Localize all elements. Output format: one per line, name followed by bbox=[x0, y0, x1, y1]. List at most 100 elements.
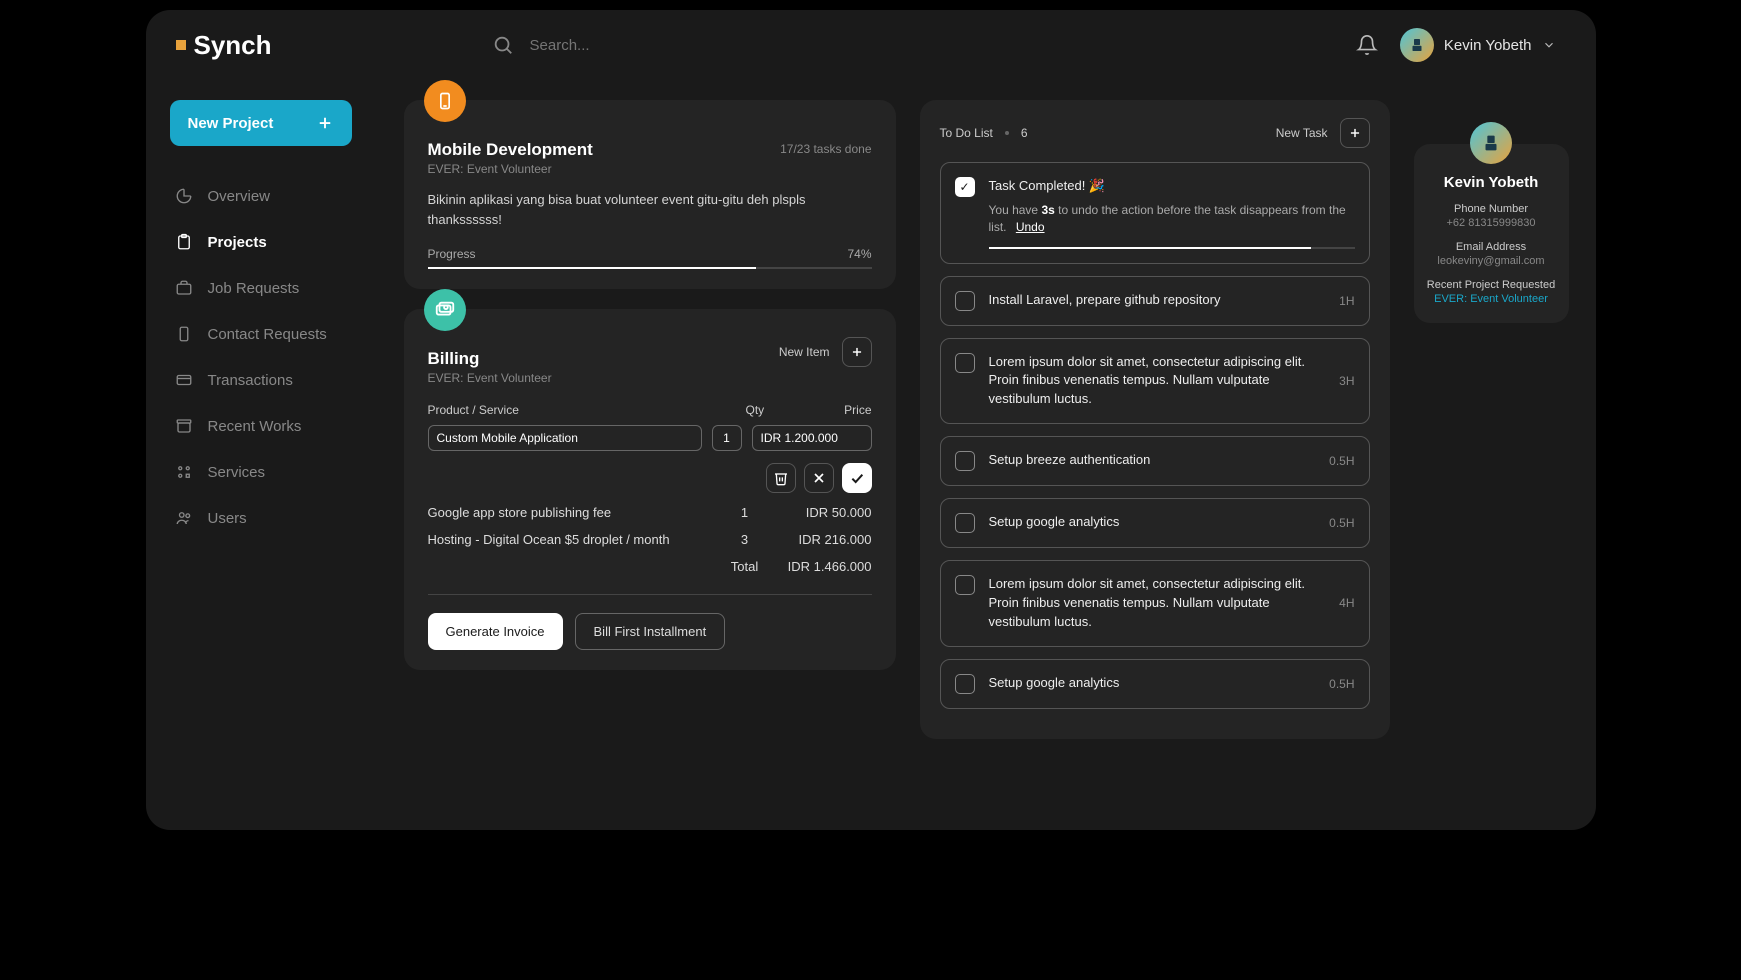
task-duration: 0.5H bbox=[1329, 677, 1354, 691]
recent-project-link[interactable]: EVER: Event Volunteer bbox=[1426, 293, 1557, 305]
brand-name: Synch bbox=[194, 30, 272, 61]
task-text: Setup google analytics bbox=[989, 513, 1316, 533]
sidebar-item-label: Transactions bbox=[208, 372, 293, 389]
task-checkbox[interactable] bbox=[955, 291, 975, 311]
generate-invoice-button[interactable]: Generate Invoice bbox=[428, 613, 563, 650]
billing-card: Billing EVER: Event Volunteer New Item P… bbox=[404, 309, 896, 670]
profile-name: Kevin Yobeth bbox=[1426, 174, 1557, 191]
chevron-down-icon bbox=[1542, 38, 1556, 52]
dot-icon bbox=[1005, 131, 1009, 135]
task-duration: 1H bbox=[1339, 294, 1354, 308]
project-card: Mobile Development EVER: Event Volunteer… bbox=[404, 100, 896, 289]
phone-icon bbox=[175, 325, 193, 343]
progress-label: Progress bbox=[428, 247, 476, 261]
billing-title: Billing bbox=[428, 349, 552, 369]
task-text: Setup google analytics bbox=[989, 674, 1316, 694]
sidebar-item-job-requests[interactable]: Job Requests bbox=[170, 268, 352, 308]
plus-icon bbox=[316, 114, 334, 132]
sidebar-item-overview[interactable]: Overview bbox=[170, 176, 352, 216]
undo-progress-bar bbox=[989, 247, 1355, 249]
card-icon bbox=[175, 371, 193, 389]
search-field[interactable] bbox=[492, 34, 1136, 56]
task-text: Install Laravel, prepare github reposito… bbox=[989, 291, 1326, 311]
sidebar-item-projects[interactable]: Projects bbox=[170, 222, 352, 262]
product-input[interactable] bbox=[428, 425, 702, 451]
project-title: Mobile Development bbox=[428, 140, 593, 160]
new-task-button[interactable] bbox=[1340, 118, 1370, 148]
user-menu[interactable]: Kevin Yobeth bbox=[1400, 28, 1556, 62]
progress-bar bbox=[428, 267, 872, 269]
sidebar-item-users[interactable]: Users bbox=[170, 498, 352, 538]
billing-subtitle: EVER: Event Volunteer bbox=[428, 371, 552, 385]
task-item[interactable]: Lorem ipsum dolor sit amet, consectetur … bbox=[940, 338, 1370, 425]
qty-input[interactable] bbox=[712, 425, 742, 451]
task-checkbox[interactable]: ✓ bbox=[955, 177, 975, 197]
new-item-label: New Item bbox=[779, 345, 830, 359]
project-description: Bikinin aplikasi yang bisa buat voluntee… bbox=[428, 190, 872, 229]
task-item[interactable]: Lorem ipsum dolor sit amet, consectetur … bbox=[940, 560, 1370, 647]
sidebar-item-transactions[interactable]: Transactions bbox=[170, 360, 352, 400]
confirm-item-button[interactable] bbox=[842, 463, 872, 493]
task-checkbox[interactable] bbox=[955, 674, 975, 694]
delete-item-button[interactable] bbox=[766, 463, 796, 493]
brand-logo: Synch bbox=[176, 30, 272, 61]
sidebar-item-services[interactable]: Services bbox=[170, 452, 352, 492]
plus-icon bbox=[850, 345, 864, 359]
task-completed-banner: ✓ Task Completed! 🎉 You have 3s to undo … bbox=[940, 162, 1370, 264]
task-item[interactable]: Setup google analytics0.5H bbox=[940, 498, 1370, 548]
undo-button[interactable]: Undo bbox=[1016, 220, 1045, 234]
project-subtitle: EVER: Event Volunteer bbox=[428, 162, 593, 176]
users-icon bbox=[175, 509, 193, 527]
total-value: IDR 1.466.000 bbox=[762, 559, 872, 574]
new-project-button[interactable]: New Project bbox=[170, 100, 352, 146]
task-checkbox[interactable] bbox=[955, 451, 975, 471]
col-product: Product / Service bbox=[428, 403, 519, 417]
task-text: Lorem ipsum dolor sit amet, consectetur … bbox=[989, 575, 1326, 632]
recent-project-label: Recent Project Requested bbox=[1426, 279, 1557, 291]
sidebar-item-label: Services bbox=[208, 464, 266, 481]
task-item[interactable]: Setup google analytics 0.5H bbox=[940, 659, 1370, 709]
task-text: Setup breeze authentication bbox=[989, 451, 1316, 471]
new-project-label: New Project bbox=[188, 115, 274, 132]
bill-first-installment-button[interactable]: Bill First Installment bbox=[575, 613, 726, 650]
sidebar-item-label: Contact Requests bbox=[208, 326, 327, 343]
check-icon bbox=[849, 470, 865, 486]
sidebar-item-label: Projects bbox=[208, 234, 267, 251]
task-completed-title: Task Completed! 🎉 bbox=[989, 177, 1355, 196]
sidebar-item-label: Overview bbox=[208, 188, 271, 205]
task-duration: 4H bbox=[1339, 596, 1354, 610]
tasks-done-count: 17/23 tasks done bbox=[780, 142, 871, 156]
task-checkbox[interactable] bbox=[955, 353, 975, 373]
bell-icon bbox=[1356, 34, 1378, 56]
sidebar-item-label: Recent Works bbox=[208, 418, 302, 435]
cancel-item-button[interactable] bbox=[804, 463, 834, 493]
col-price: Price bbox=[844, 403, 871, 417]
task-checkbox[interactable] bbox=[955, 575, 975, 595]
plus-icon bbox=[1348, 126, 1362, 140]
search-input[interactable] bbox=[530, 37, 1136, 54]
col-qty: Qty bbox=[745, 403, 764, 417]
task-item[interactable]: Install Laravel, prepare github reposito… bbox=[940, 276, 1370, 326]
phone-value: +62 81315999830 bbox=[1426, 217, 1557, 229]
new-item-button[interactable] bbox=[842, 337, 872, 367]
sidebar-item-recent-works[interactable]: Recent Works bbox=[170, 406, 352, 446]
notifications-button[interactable] bbox=[1356, 34, 1378, 56]
logo-square-icon bbox=[176, 40, 186, 50]
row-qty: 1 bbox=[728, 505, 762, 520]
trash-icon bbox=[773, 470, 789, 486]
email-value: leokeviny@gmail.com bbox=[1426, 255, 1557, 267]
todo-header-label: To Do List bbox=[940, 126, 993, 140]
grid-icon bbox=[175, 463, 193, 481]
task-checkbox[interactable] bbox=[955, 513, 975, 533]
progress-percent: 74% bbox=[847, 247, 871, 261]
undo-prefix: You have bbox=[989, 203, 1042, 217]
total-label: Total bbox=[728, 559, 762, 574]
undo-time: 3s bbox=[1041, 203, 1054, 217]
archive-icon bbox=[175, 417, 193, 435]
task-item[interactable]: Setup breeze authentication0.5H bbox=[940, 436, 1370, 486]
close-icon bbox=[811, 470, 827, 486]
sidebar-item-contact-requests[interactable]: Contact Requests bbox=[170, 314, 352, 354]
row-name: Hosting - Digital Ocean $5 droplet / mon… bbox=[428, 532, 728, 547]
price-input[interactable] bbox=[752, 425, 872, 451]
todo-count: 6 bbox=[1021, 126, 1028, 140]
